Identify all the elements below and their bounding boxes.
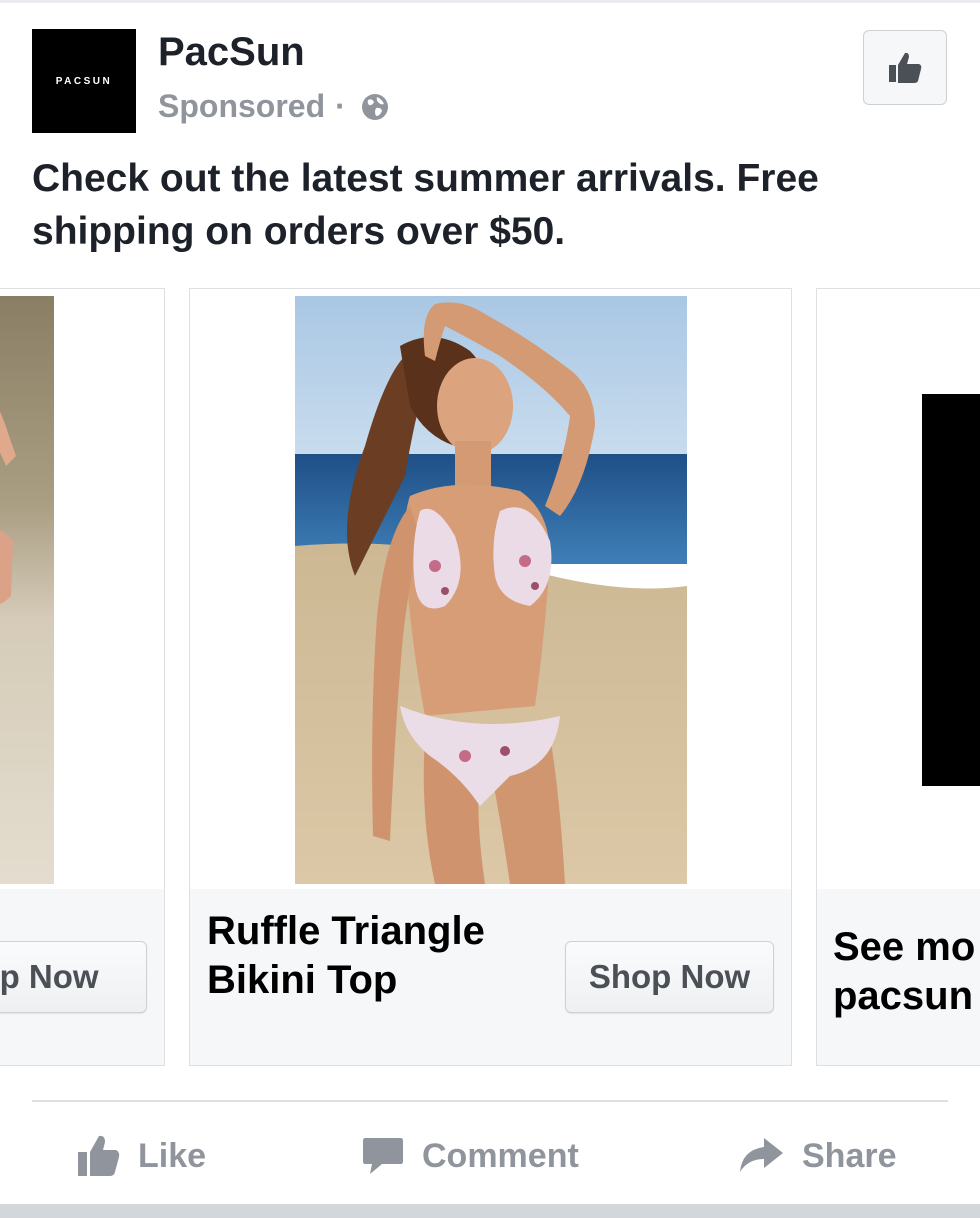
page-avatar[interactable]: PACSUN bbox=[32, 29, 136, 133]
post-message: Check out the latest summer arrivals. Fr… bbox=[32, 157, 819, 253]
carousel-card[interactable]: See mo pacsun bbox=[816, 288, 980, 1066]
carousel-card[interactable]: op Now bbox=[0, 288, 165, 1066]
see-more-line-1: See mo bbox=[833, 925, 976, 969]
thumbs-up-icon bbox=[889, 52, 922, 83]
thumbs-up-icon bbox=[78, 1135, 120, 1176]
actions-divider bbox=[32, 1100, 948, 1102]
like-label: Like bbox=[138, 1136, 207, 1175]
share-icon bbox=[740, 1138, 783, 1172]
product-image[interactable] bbox=[295, 296, 687, 884]
shop-now-button[interactable]: Shop Now bbox=[565, 941, 774, 1013]
like-button[interactable]: Like bbox=[76, 1128, 206, 1184]
product-image[interactable] bbox=[0, 296, 54, 884]
product-title[interactable]: Ruffle Triangle Bikini Top bbox=[207, 907, 547, 1005]
feed-separator bbox=[0, 1204, 980, 1218]
share-button[interactable]: Share bbox=[738, 1128, 897, 1184]
globe-icon bbox=[361, 93, 388, 120]
see-more-title[interactable]: See mo pacsun bbox=[833, 923, 980, 1021]
carousel-card[interactable]: Ruffle Triangle Bikini Top Shop Now bbox=[189, 288, 792, 1066]
pacsun-logo-image[interactable] bbox=[922, 394, 980, 786]
comment-label: Comment bbox=[422, 1136, 579, 1175]
share-label: Share bbox=[802, 1136, 897, 1175]
avatar-logo-text: PACSUN bbox=[55, 75, 113, 87]
page-name[interactable]: PacSun bbox=[158, 30, 305, 75]
like-page-button[interactable] bbox=[863, 30, 947, 105]
see-more-line-2: pacsun bbox=[833, 974, 974, 1018]
comment-icon bbox=[363, 1138, 403, 1174]
meta-separator: · bbox=[335, 88, 346, 124]
top-divider bbox=[0, 0, 980, 3]
shop-now-button[interactable]: op Now bbox=[0, 941, 147, 1013]
sponsored-label[interactable]: Sponsored bbox=[158, 88, 325, 125]
comment-button[interactable]: Comment bbox=[362, 1128, 579, 1184]
post-meta: Sponsored · bbox=[158, 88, 390, 125]
